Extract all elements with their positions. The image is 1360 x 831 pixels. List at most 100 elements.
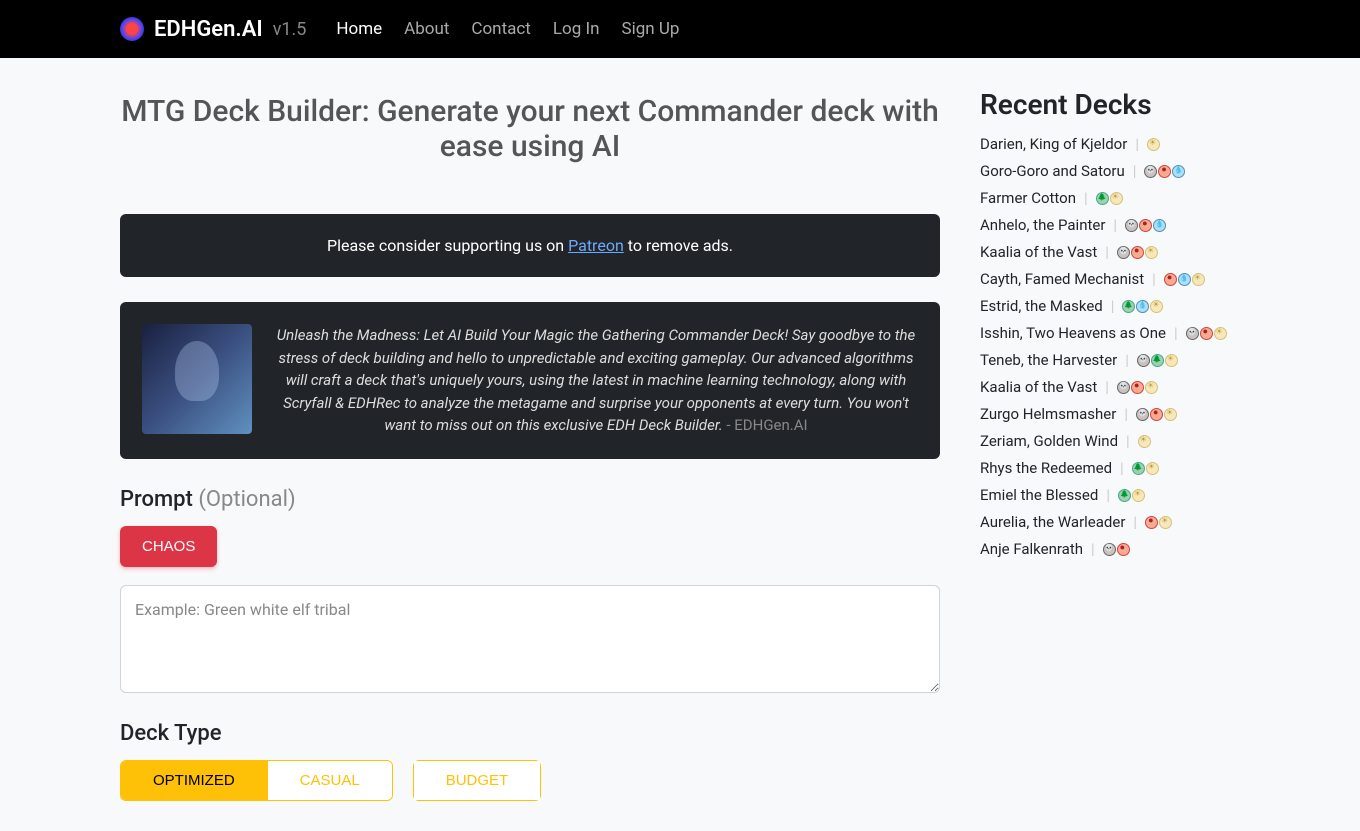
separator: | [1174, 324, 1178, 342]
separator: | [1135, 135, 1139, 153]
mana-r-icon [1117, 543, 1130, 556]
separator: | [1133, 513, 1137, 531]
deck-item: Darien, King of Kjeldor | [980, 135, 1240, 153]
deck-item: Zeriam, Golden Wind| [980, 432, 1240, 450]
separator: | [1111, 297, 1115, 315]
mana-icons [1164, 273, 1205, 286]
mana-w-icon [1132, 489, 1145, 502]
patreon-link[interactable]: Patreon [568, 236, 624, 255]
nav-login[interactable]: Log In [553, 19, 600, 39]
brand-version: v1.5 [273, 19, 307, 40]
nav-contact[interactable]: Contact [471, 19, 530, 39]
deck-name-link[interactable]: Anje Falkenrath [980, 540, 1083, 558]
deck-item: Farmer Cotton| [980, 189, 1240, 207]
separator: | [1113, 216, 1117, 234]
deck-item: Kaalia of the Vast| [980, 243, 1240, 261]
deck-type-label: Deck Type [120, 721, 940, 746]
deck-item: Kaalia of the Vast | [980, 378, 1240, 396]
promo-text-wrap: Unleash the Madness: Let AI Build Your M… [274, 324, 918, 437]
mana-b-icon [1137, 354, 1150, 367]
deck-item: Isshin, Two Heavens as One | [980, 324, 1240, 342]
chaos-button[interactable]: CHAOS [120, 526, 217, 567]
mana-w-icon [1147, 138, 1160, 151]
mana-icons [1136, 408, 1177, 421]
mana-u-icon [1178, 273, 1191, 286]
mana-r-icon [1150, 408, 1163, 421]
deck-name-link[interactable]: Darien, King of Kjeldor [980, 135, 1127, 153]
separator: | [1106, 486, 1110, 504]
mana-icons [1117, 381, 1158, 394]
separator: | [1133, 162, 1137, 180]
mana-b-icon [1103, 543, 1116, 556]
mana-icons [1145, 516, 1172, 529]
main-content: MTG Deck Builder: Generate your next Com… [120, 88, 940, 801]
prompt-input[interactable] [120, 585, 940, 693]
deck-name-link[interactable]: Rhys the Redeemed [980, 459, 1112, 477]
nav-home[interactable]: Home [336, 19, 382, 39]
deck-name-link[interactable]: Cayth, Famed Mechanist [980, 270, 1144, 288]
banner-prefix: Please consider supporting us on [327, 236, 568, 255]
deck-item: Goro-Goro and Satoru | [980, 162, 1240, 180]
separator: | [1152, 270, 1156, 288]
deck-name-link[interactable]: Zeriam, Golden Wind [980, 432, 1118, 450]
separator: | [1105, 378, 1109, 396]
deck-name-link[interactable]: Anhelo, the Painter [980, 216, 1105, 234]
mana-g-icon [1151, 354, 1164, 367]
mana-r-icon [1164, 273, 1177, 286]
deck-name-link[interactable]: Aurelia, the Warleader [980, 513, 1125, 531]
mana-icons [1147, 138, 1160, 151]
mana-icons [1096, 192, 1123, 205]
mana-w-icon [1145, 246, 1158, 259]
promo-attribution: - EDHGen.AI [726, 416, 807, 434]
prompt-optional: (Optional) [198, 487, 295, 512]
mana-b-icon [1117, 381, 1130, 394]
sidebar: Recent Decks Darien, King of Kjeldor|Gor… [980, 88, 1240, 801]
deck-item: Anhelo, the Painter | [980, 216, 1240, 234]
support-banner: Please consider supporting us on Patreon… [120, 214, 940, 277]
banner-suffix: to remove ads. [624, 236, 733, 255]
mana-b-icon [1117, 246, 1130, 259]
deck-name-link[interactable]: Emiel the Blessed [980, 486, 1098, 504]
deck-name-link[interactable]: Zurgo Helmsmasher [980, 405, 1116, 423]
mana-r-icon [1131, 381, 1144, 394]
navbar-brand[interactable]: EDHGen.AI v1.5 [120, 17, 306, 42]
mana-w-icon [1164, 408, 1177, 421]
mana-w-icon [1214, 327, 1227, 340]
mana-icons [1132, 462, 1159, 475]
separator: | [1120, 459, 1124, 477]
deck-item: Zurgo Helmsmasher| [980, 405, 1240, 423]
mana-b-icon [1144, 165, 1157, 178]
deck-type-budget[interactable]: BUDGET [414, 761, 541, 800]
mana-icons [1144, 165, 1185, 178]
mana-w-icon [1138, 435, 1151, 448]
deck-item: Cayth, Famed Mechanist | [980, 270, 1240, 288]
deck-item: Aurelia, the Warleader | [980, 513, 1240, 531]
mana-w-icon [1159, 516, 1172, 529]
mana-b-icon [1125, 219, 1138, 232]
deck-name-link[interactable]: Kaalia of the Vast [980, 378, 1097, 396]
deck-name-link[interactable]: Teneb, the Harvester [980, 351, 1117, 369]
deck-name-link[interactable]: Kaalia of the Vast [980, 243, 1097, 261]
deck-name-link[interactable]: Farmer Cotton [980, 189, 1076, 207]
mana-w-icon [1146, 462, 1159, 475]
deck-item: Teneb, the Harvester | [980, 351, 1240, 369]
deck-name-link[interactable]: Estrid, the Masked [980, 297, 1103, 315]
deck-type-optimized[interactable]: OPTIMIZED [121, 761, 268, 800]
separator: | [1125, 351, 1129, 369]
mana-g-icon [1122, 300, 1135, 313]
deck-type-segmented: OPTIMIZED CASUAL [120, 760, 393, 801]
deck-name-link[interactable]: Isshin, Two Heavens as One [980, 324, 1166, 342]
mana-u-icon [1172, 165, 1185, 178]
mana-r-icon [1200, 327, 1213, 340]
mana-w-icon [1110, 192, 1123, 205]
deck-name-link[interactable]: Goro-Goro and Satoru [980, 162, 1125, 180]
deck-type-casual[interactable]: CASUAL [268, 761, 392, 800]
recent-decks-heading: Recent Decks [980, 88, 1240, 121]
mana-g-icon [1096, 192, 1109, 205]
mana-icons [1122, 300, 1163, 313]
nav-signup[interactable]: Sign Up [621, 19, 679, 39]
nav-about[interactable]: About [404, 19, 449, 39]
mana-w-icon [1150, 300, 1163, 313]
mana-w-icon [1165, 354, 1178, 367]
mana-u-icon [1136, 300, 1149, 313]
